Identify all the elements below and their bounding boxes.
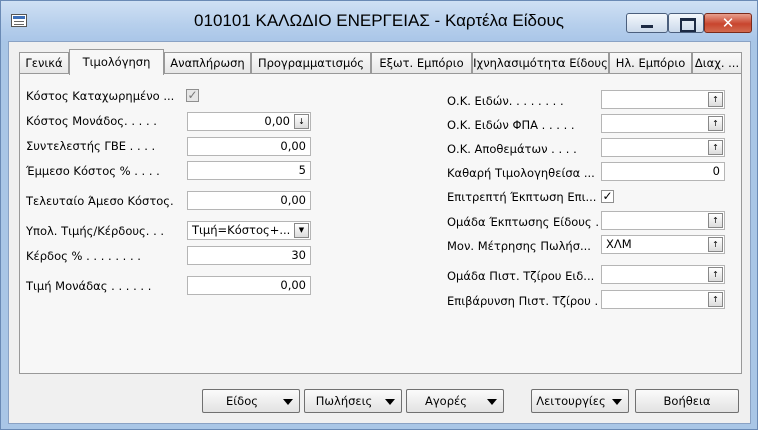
dropdown-icon[interactable]: ▼ <box>294 223 309 238</box>
unit-cost-field[interactable]: 0,00 ↓ <box>187 112 311 131</box>
lookup-icon[interactable]: ↑ <box>708 237 723 252</box>
credit-turnover-group-field[interactable]: ↑ <box>601 265 725 284</box>
close-button[interactable]: ✕ <box>704 13 752 33</box>
invoicing-panel: Κόστος Καταχωρημένο ... ✓ Κόστος Μονάδος… <box>19 73 742 374</box>
inventory-group-label: Ο.Κ. Αποθεμάτων . . . . <box>447 142 577 156</box>
functions-menu-button[interactable]: Λειτουργίες <box>531 389 629 413</box>
chevron-down-icon <box>385 399 395 405</box>
chevron-down-icon <box>487 399 497 405</box>
title-bar[interactable]: 010101 ΚΑΛΩΔΙΟ ΕΝΕΡΓΕΙΑΣ - Καρτέλα Είδου… <box>1 1 757 41</box>
lookup-icon[interactable]: ↑ <box>708 92 723 107</box>
net-invoiced-field: 0 <box>601 162 725 181</box>
gve-factor-label: Συντελεστής ΓΒΕ . . . . <box>26 139 156 153</box>
form-client-area: Γενικά Τιμολόγηση Αναπλήρωση Προγραμματι… <box>8 41 751 424</box>
close-icon: ✕ <box>721 14 735 32</box>
cost-recorded-checkbox[interactable]: ✓ <box>186 89 199 102</box>
discount-group-label: Ομάδα Έκπτωσης Είδους . <box>447 215 599 229</box>
unit-cost-label: Κόστος Μονάδος. . . . . <box>26 114 157 128</box>
indirect-cost-field[interactable]: 5 <box>187 161 311 180</box>
credit-turnover-group-label: Ομάδα Πιστ. Τζίρου Ειδ... <box>447 269 595 283</box>
cost-recorded-label: Κόστος Καταχωρημένο ... <box>26 89 175 103</box>
minimize-button[interactable] <box>626 13 668 33</box>
credit-turnover-charge-label: Επιβάρυνση Πιστ. Τζίρου . <box>447 294 599 308</box>
net-invoiced-label: Καθαρή Τιμολογηθείσα ... <box>447 166 595 180</box>
allow-discount-checkbox[interactable]: ✓ <box>601 190 614 203</box>
chevron-down-icon <box>612 399 622 405</box>
allow-discount-label: Επιτρεπτή Έκπτωση Επι... <box>447 190 597 204</box>
unit-price-field[interactable]: 0,00 <box>187 276 311 295</box>
tab-invoicing[interactable]: Τιμολόγηση <box>69 49 164 75</box>
indirect-cost-label: Έμμεσο Κόστος % . . . . <box>26 164 160 178</box>
help-button[interactable]: Βοήθεια <box>635 389 739 413</box>
tab-general[interactable]: Γενικά <box>19 52 69 74</box>
profit-pct-label: Κέρδος % . . . . . . . . <box>26 249 141 263</box>
chevron-down-icon <box>283 399 293 405</box>
vat-prod-group-field[interactable]: ↑ <box>601 114 725 133</box>
purchases-menu-button[interactable]: Αγορές <box>406 389 504 413</box>
tab-replenishment[interactable]: Αναπλήρωση <box>164 52 251 74</box>
tab-more[interactable]: Διαχ. ... <box>692 52 742 74</box>
discount-group-field[interactable]: ↑ <box>601 211 725 230</box>
lookup-icon[interactable]: ↑ <box>708 116 723 131</box>
sales-menu-button[interactable]: Πωλήσεις <box>304 389 402 413</box>
sales-uom-field[interactable]: ΧΛΜ ↑ <box>601 235 725 254</box>
sales-uom-label: Μον. Μέτρησης Πωλήσ... <box>447 239 591 253</box>
inventory-group-field[interactable]: ↑ <box>601 138 725 157</box>
lookup-icon[interactable]: ↑ <box>708 292 723 307</box>
lookup-icon[interactable]: ↑ <box>708 213 723 228</box>
unit-price-label: Τιμή Μονάδας . . . . . . <box>26 279 152 293</box>
item-menu-button[interactable]: Είδος <box>202 389 300 413</box>
gen-prod-group-field[interactable]: ↑ <box>601 90 725 109</box>
tab-planning[interactable]: Προγραμματισμός <box>251 52 371 74</box>
lookup-icon[interactable]: ↑ <box>708 140 723 155</box>
tab-e-commerce[interactable]: Ηλ. Εμπόριο <box>609 52 692 74</box>
price-profit-calc-label: Υπολ. Τιμής/Κέρδους. . . <box>26 224 165 238</box>
vat-prod-group-label: Ο.Κ. Ειδών ΦΠΑ . . . . . <box>447 118 575 132</box>
profit-pct-field[interactable]: 30 <box>187 246 311 265</box>
last-direct-cost-label: Τελευταίο Άμεσο Κόστος. <box>26 194 174 208</box>
tab-item-tracking[interactable]: Ιχνηλασιμότητα Είδους <box>472 52 609 74</box>
gve-factor-field[interactable]: 0,00 <box>187 137 311 156</box>
tab-foreign-trade[interactable]: Εξωτ. Εμπόριο <box>371 52 472 74</box>
last-direct-cost-field[interactable]: 0,00 <box>187 191 311 210</box>
price-profit-calc-select[interactable]: Τιμή=Κόστος+... ▼ <box>187 221 311 240</box>
lookup-icon[interactable]: ↑ <box>708 267 723 282</box>
gen-prod-group-label: Ο.Κ. Ειδών. . . . . . . . <box>447 94 564 108</box>
maximize-button[interactable] <box>668 13 704 33</box>
arrow-down-icon[interactable]: ↓ <box>294 114 309 129</box>
item-card-window: 010101 ΚΑΛΩΔΙΟ ΕΝΕΡΓΕΙΑΣ - Καρτέλα Είδου… <box>0 0 758 430</box>
credit-turnover-charge-field[interactable]: ↑ <box>601 290 725 309</box>
